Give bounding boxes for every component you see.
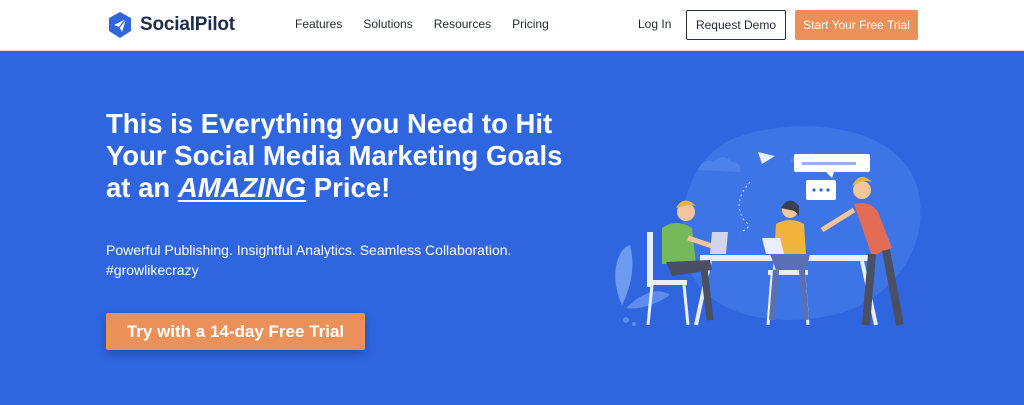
free-trial-cta-button[interactable]: Try with a 14-day Free Trial: [106, 313, 365, 350]
nav-item-features[interactable]: Features: [295, 17, 342, 31]
top-navigation-bar: SocialPilot Features Solutions Resources…: [0, 0, 1024, 51]
nav-item-pricing[interactable]: Pricing: [512, 17, 549, 31]
brand-name: SocialPilot: [140, 14, 235, 35]
hero-title-suffix: Price!: [306, 172, 391, 203]
start-free-trial-button[interactable]: Start Your Free Trial: [795, 10, 918, 40]
hero-subtitle: Powerful Publishing. Insightful Analytic…: [106, 240, 576, 280]
hero-subtitle-line-1: Powerful Publishing. Insightful Analytic…: [106, 242, 512, 258]
main-nav: Features Solutions Resources Pricing: [295, 17, 570, 31]
hero-title-prefix: at an: [106, 172, 178, 203]
request-demo-button[interactable]: Request Demo: [686, 10, 786, 40]
nav-item-resources[interactable]: Resources: [434, 17, 491, 31]
team-meeting-illustration: [615, 126, 921, 326]
brand-logo[interactable]: SocialPilot: [106, 11, 235, 39]
login-link[interactable]: Log In: [638, 17, 671, 31]
paper-plane-logo-icon: [109, 12, 131, 38]
hero-title: This is Everything you Need to Hit Your …: [106, 108, 626, 204]
hero-hashtag: #growlikecrazy: [106, 262, 199, 278]
hero-title-line-2: Your Social Media Marketing Goals: [106, 140, 563, 171]
hero-title-emphasis: AMAZING: [177, 172, 307, 203]
nav-item-solutions[interactable]: Solutions: [363, 17, 412, 31]
hero-title-line-1: This is Everything you Need to Hit: [106, 108, 553, 139]
